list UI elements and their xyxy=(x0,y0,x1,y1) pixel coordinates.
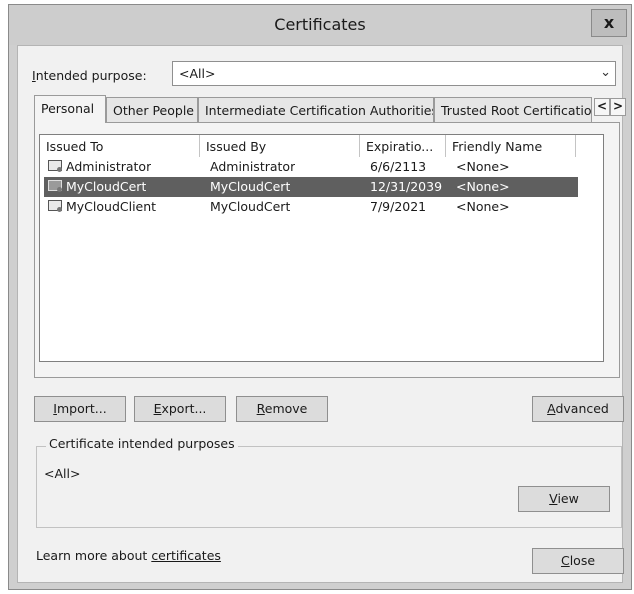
title-bar[interactable]: Certificates x xyxy=(9,5,631,45)
cell-friendly-name: <None> xyxy=(456,179,510,194)
certificate-icon xyxy=(48,180,62,192)
intended-purposes-value: <All> xyxy=(44,466,81,481)
cell-issued-by: MyCloudCert xyxy=(210,179,291,194)
tab-scroll-left-icon[interactable]: < xyxy=(594,98,610,116)
table-row[interactable]: MyCloudClient MyCloudCert 7/9/2021 <None… xyxy=(44,197,578,217)
advanced-label-rest: dvanced xyxy=(555,401,609,416)
cell-issued-by: MyCloudCert xyxy=(210,199,291,214)
view-button[interactable]: View xyxy=(518,486,610,512)
certificate-icon xyxy=(48,200,62,212)
import-label-rest: mport... xyxy=(56,401,107,416)
cell-issued-to: MyCloudClient xyxy=(66,199,157,214)
tab-trusted-root[interactable]: Trusted Root Certification xyxy=(434,97,592,122)
chevron-down-icon[interactable]: ⌄ xyxy=(600,65,611,80)
cell-issued-to: Administrator xyxy=(66,159,152,174)
remove-mnemonic: R xyxy=(256,401,265,416)
learn-more-text: Learn more about certificates xyxy=(36,548,221,563)
column-header-expiration[interactable]: Expiratio... xyxy=(360,135,446,157)
intended-purpose-label: Intended purpose: xyxy=(32,68,147,83)
cell-issued-by: Administrator xyxy=(210,159,296,174)
column-header-issued-by[interactable]: Issued By xyxy=(200,135,360,157)
table-row-selected[interactable]: MyCloudCert MyCloudCert 12/31/2039 <None… xyxy=(44,177,578,197)
intended-purposes-title: Certificate intended purposes xyxy=(46,436,238,451)
import-button[interactable]: Import... xyxy=(34,396,126,422)
export-button[interactable]: Export... xyxy=(134,396,226,422)
intended-purpose-label-rest: ntended purpose: xyxy=(35,68,147,83)
export-label-rest: xport... xyxy=(161,401,207,416)
dialog-title: Certificates xyxy=(274,15,366,34)
view-label-rest: iew xyxy=(557,491,579,506)
close-label-rest: lose xyxy=(569,553,596,568)
close-button[interactable]: Close xyxy=(532,548,624,574)
tab-scroll-right-icon[interactable]: > xyxy=(610,98,626,116)
learn-more-label: Learn more about xyxy=(36,548,148,563)
cell-expiration: 12/31/2039 xyxy=(370,179,443,194)
tab-personal[interactable]: Personal xyxy=(34,95,106,123)
close-mnemonic: C xyxy=(560,553,570,568)
dialog-body: Intended purpose: <All> ⌄ Personal Other… xyxy=(17,45,626,583)
remove-label-rest: emove xyxy=(264,401,308,416)
certificate-list[interactable]: Issued To Issued By Expiratio... Friendl… xyxy=(39,134,604,362)
tab-other-people[interactable]: Other People xyxy=(106,97,198,122)
certificate-icon xyxy=(48,160,62,172)
tab-intermediate-ca[interactable]: Intermediate Certification Authorities xyxy=(198,97,434,122)
column-header-issued-to[interactable]: Issued To xyxy=(40,135,200,157)
close-icon[interactable]: x xyxy=(591,9,627,37)
cell-friendly-name: <None> xyxy=(456,199,510,214)
table-row[interactable]: Administrator Administrator 6/6/2113 <No… xyxy=(44,157,578,177)
cell-issued-to: MyCloudCert xyxy=(66,179,147,194)
certificates-dialog: Certificates x Intended purpose: <All> ⌄… xyxy=(8,4,632,590)
cell-friendly-name: <None> xyxy=(456,159,510,174)
intended-purpose-value: <All> xyxy=(179,66,216,81)
certificates-link[interactable]: certificates xyxy=(151,548,221,563)
intended-purpose-select[interactable]: <All> ⌄ xyxy=(172,61,616,86)
cell-expiration: 6/6/2113 xyxy=(370,159,427,174)
remove-button[interactable]: Remove xyxy=(236,396,328,422)
column-header-friendly-name[interactable]: Friendly Name xyxy=(446,135,576,157)
advanced-button[interactable]: Advanced xyxy=(532,396,624,422)
cell-expiration: 7/9/2021 xyxy=(370,199,427,214)
